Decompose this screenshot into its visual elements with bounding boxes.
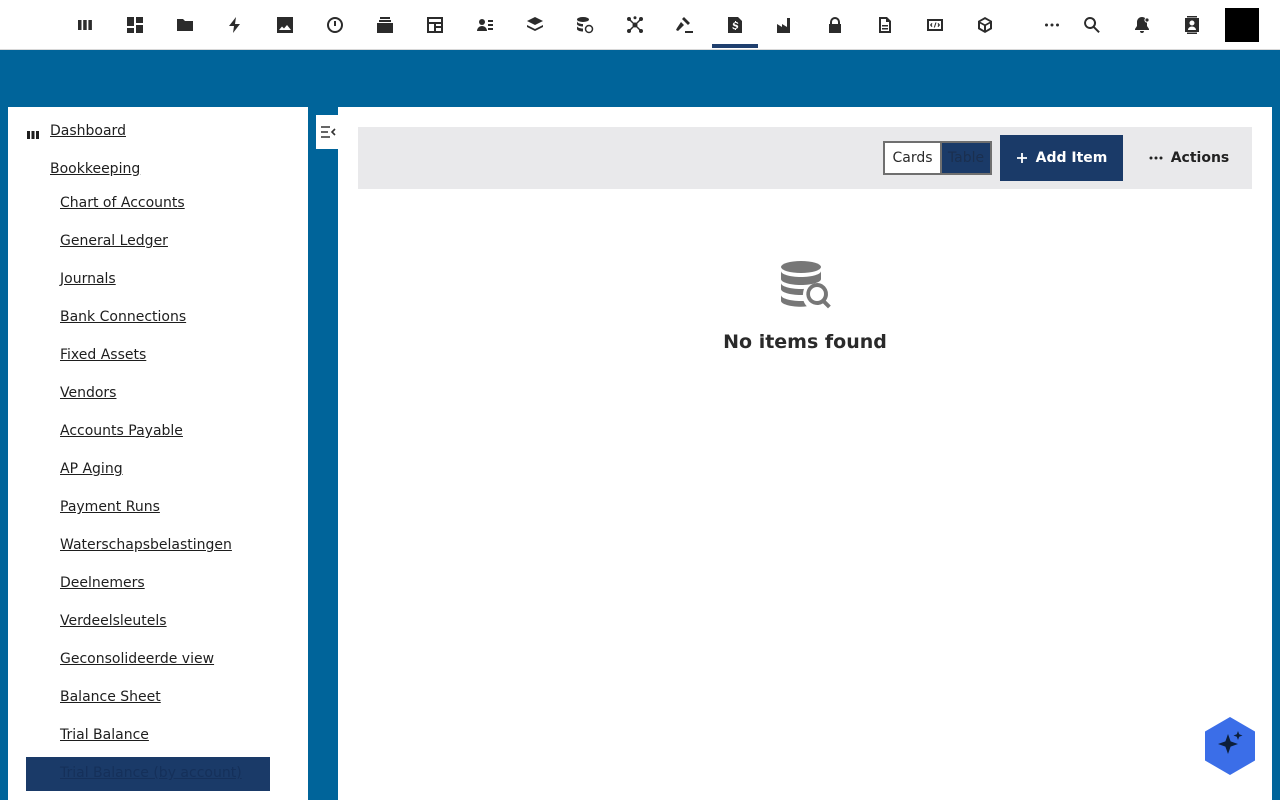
sidebar-item-bank-connections[interactable]: Bank Connections	[60, 309, 186, 325]
clock-icon[interactable]	[312, 4, 358, 46]
document-icon[interactable]	[862, 4, 908, 46]
sidebar-item-ap-aging[interactable]: AP Aging	[60, 461, 123, 477]
bolt-icon[interactable]	[212, 4, 258, 46]
calculator-icon[interactable]	[412, 4, 458, 46]
sidebar-item-trial-balance-by-account[interactable]: Trial Balance (by account)	[26, 757, 270, 791]
toolbar: Cards Table Add Item Actions	[358, 127, 1252, 189]
database-search-icon	[779, 259, 831, 311]
sidebar-item-chart-of-accounts[interactable]: Chart of Accounts	[60, 195, 185, 211]
account-icon[interactable]	[1175, 8, 1209, 42]
gavel-icon[interactable]	[662, 4, 708, 46]
user-avatar[interactable]	[1225, 8, 1259, 42]
folder-icon[interactable]	[162, 4, 208, 46]
contacts-icon[interactable]	[462, 4, 508, 46]
sidebar-item-verdeelsleutels[interactable]: Verdeelsleutels	[60, 613, 167, 629]
layers-icon[interactable]	[512, 4, 558, 46]
view-toggle: Cards Table	[883, 141, 992, 175]
empty-state-text: No items found	[723, 331, 887, 353]
add-item-button[interactable]: Add Item	[1000, 135, 1123, 181]
factory-icon[interactable]	[762, 4, 808, 46]
sidebar-item-deelnemers[interactable]: Deelnemers	[60, 575, 145, 591]
sidebar-item-geconsolideerde-view[interactable]: Geconsolideerde view	[60, 651, 214, 667]
cube-icon[interactable]	[962, 4, 1008, 46]
sidebar-section-bookkeeping[interactable]: Bookkeeping	[50, 161, 140, 177]
more-horizontal-icon	[1149, 156, 1163, 160]
collapse-menu-icon	[321, 126, 336, 138]
sidebar-item-general-ledger[interactable]: General Ledger	[60, 233, 168, 249]
sidebar-item-journals[interactable]: Journals	[60, 271, 116, 287]
sidebar-item-label: Trial Balance (by account)	[60, 765, 242, 781]
empty-state: No items found	[338, 259, 1272, 353]
sidebar-item-accounts-payable[interactable]: Accounts Payable	[60, 423, 183, 439]
actions-label: Actions	[1170, 150, 1230, 166]
sparkles-icon	[1205, 717, 1255, 775]
database-sync-icon[interactable]	[562, 4, 608, 46]
kanban-icon	[26, 126, 40, 139]
code-icon[interactable]	[912, 4, 958, 46]
sidebar: Dashboard Bookkeeping Chart of Accounts …	[8, 107, 308, 800]
top-app-bar	[0, 0, 1280, 50]
kanban-icon[interactable]	[62, 4, 108, 46]
sidebar-item-dashboard[interactable]: Dashboard	[50, 123, 126, 139]
more-icon[interactable]	[1035, 8, 1069, 42]
view-table-button[interactable]: Table	[940, 143, 990, 173]
view-cards-button[interactable]: Cards	[885, 143, 940, 173]
sidebar-item-vendors[interactable]: Vendors	[60, 385, 116, 401]
collapse-sidebar-button[interactable]	[316, 115, 340, 149]
lock-icon[interactable]	[812, 4, 858, 46]
ai-assistant-button[interactable]	[1204, 716, 1256, 776]
actions-button[interactable]: Actions	[1144, 135, 1234, 181]
network-icon[interactable]	[612, 4, 658, 46]
sidebar-item-fixed-assets[interactable]: Fixed Assets	[60, 347, 146, 363]
notifications-icon[interactable]	[1125, 8, 1159, 42]
main-content: Cards Table Add Item Actions No items fo…	[338, 107, 1272, 800]
grid-icon[interactable]	[112, 4, 158, 46]
sidebar-item-payment-runs[interactable]: Payment Runs	[60, 499, 160, 515]
sidebar-item-waterschapsbelastingen[interactable]: Waterschapsbelastingen	[60, 537, 232, 553]
search-icon[interactable]	[1075, 8, 1109, 42]
sidebar-item-balance-sheet[interactable]: Balance Sheet	[60, 689, 161, 705]
sidebar-item-trial-balance[interactable]: Trial Balance	[60, 727, 149, 743]
image-icon[interactable]	[262, 4, 308, 46]
plus-icon	[1016, 153, 1027, 163]
add-item-label: Add Item	[1035, 150, 1108, 166]
invoice-dollar-icon[interactable]	[712, 4, 758, 48]
stack-icon[interactable]	[362, 4, 408, 46]
